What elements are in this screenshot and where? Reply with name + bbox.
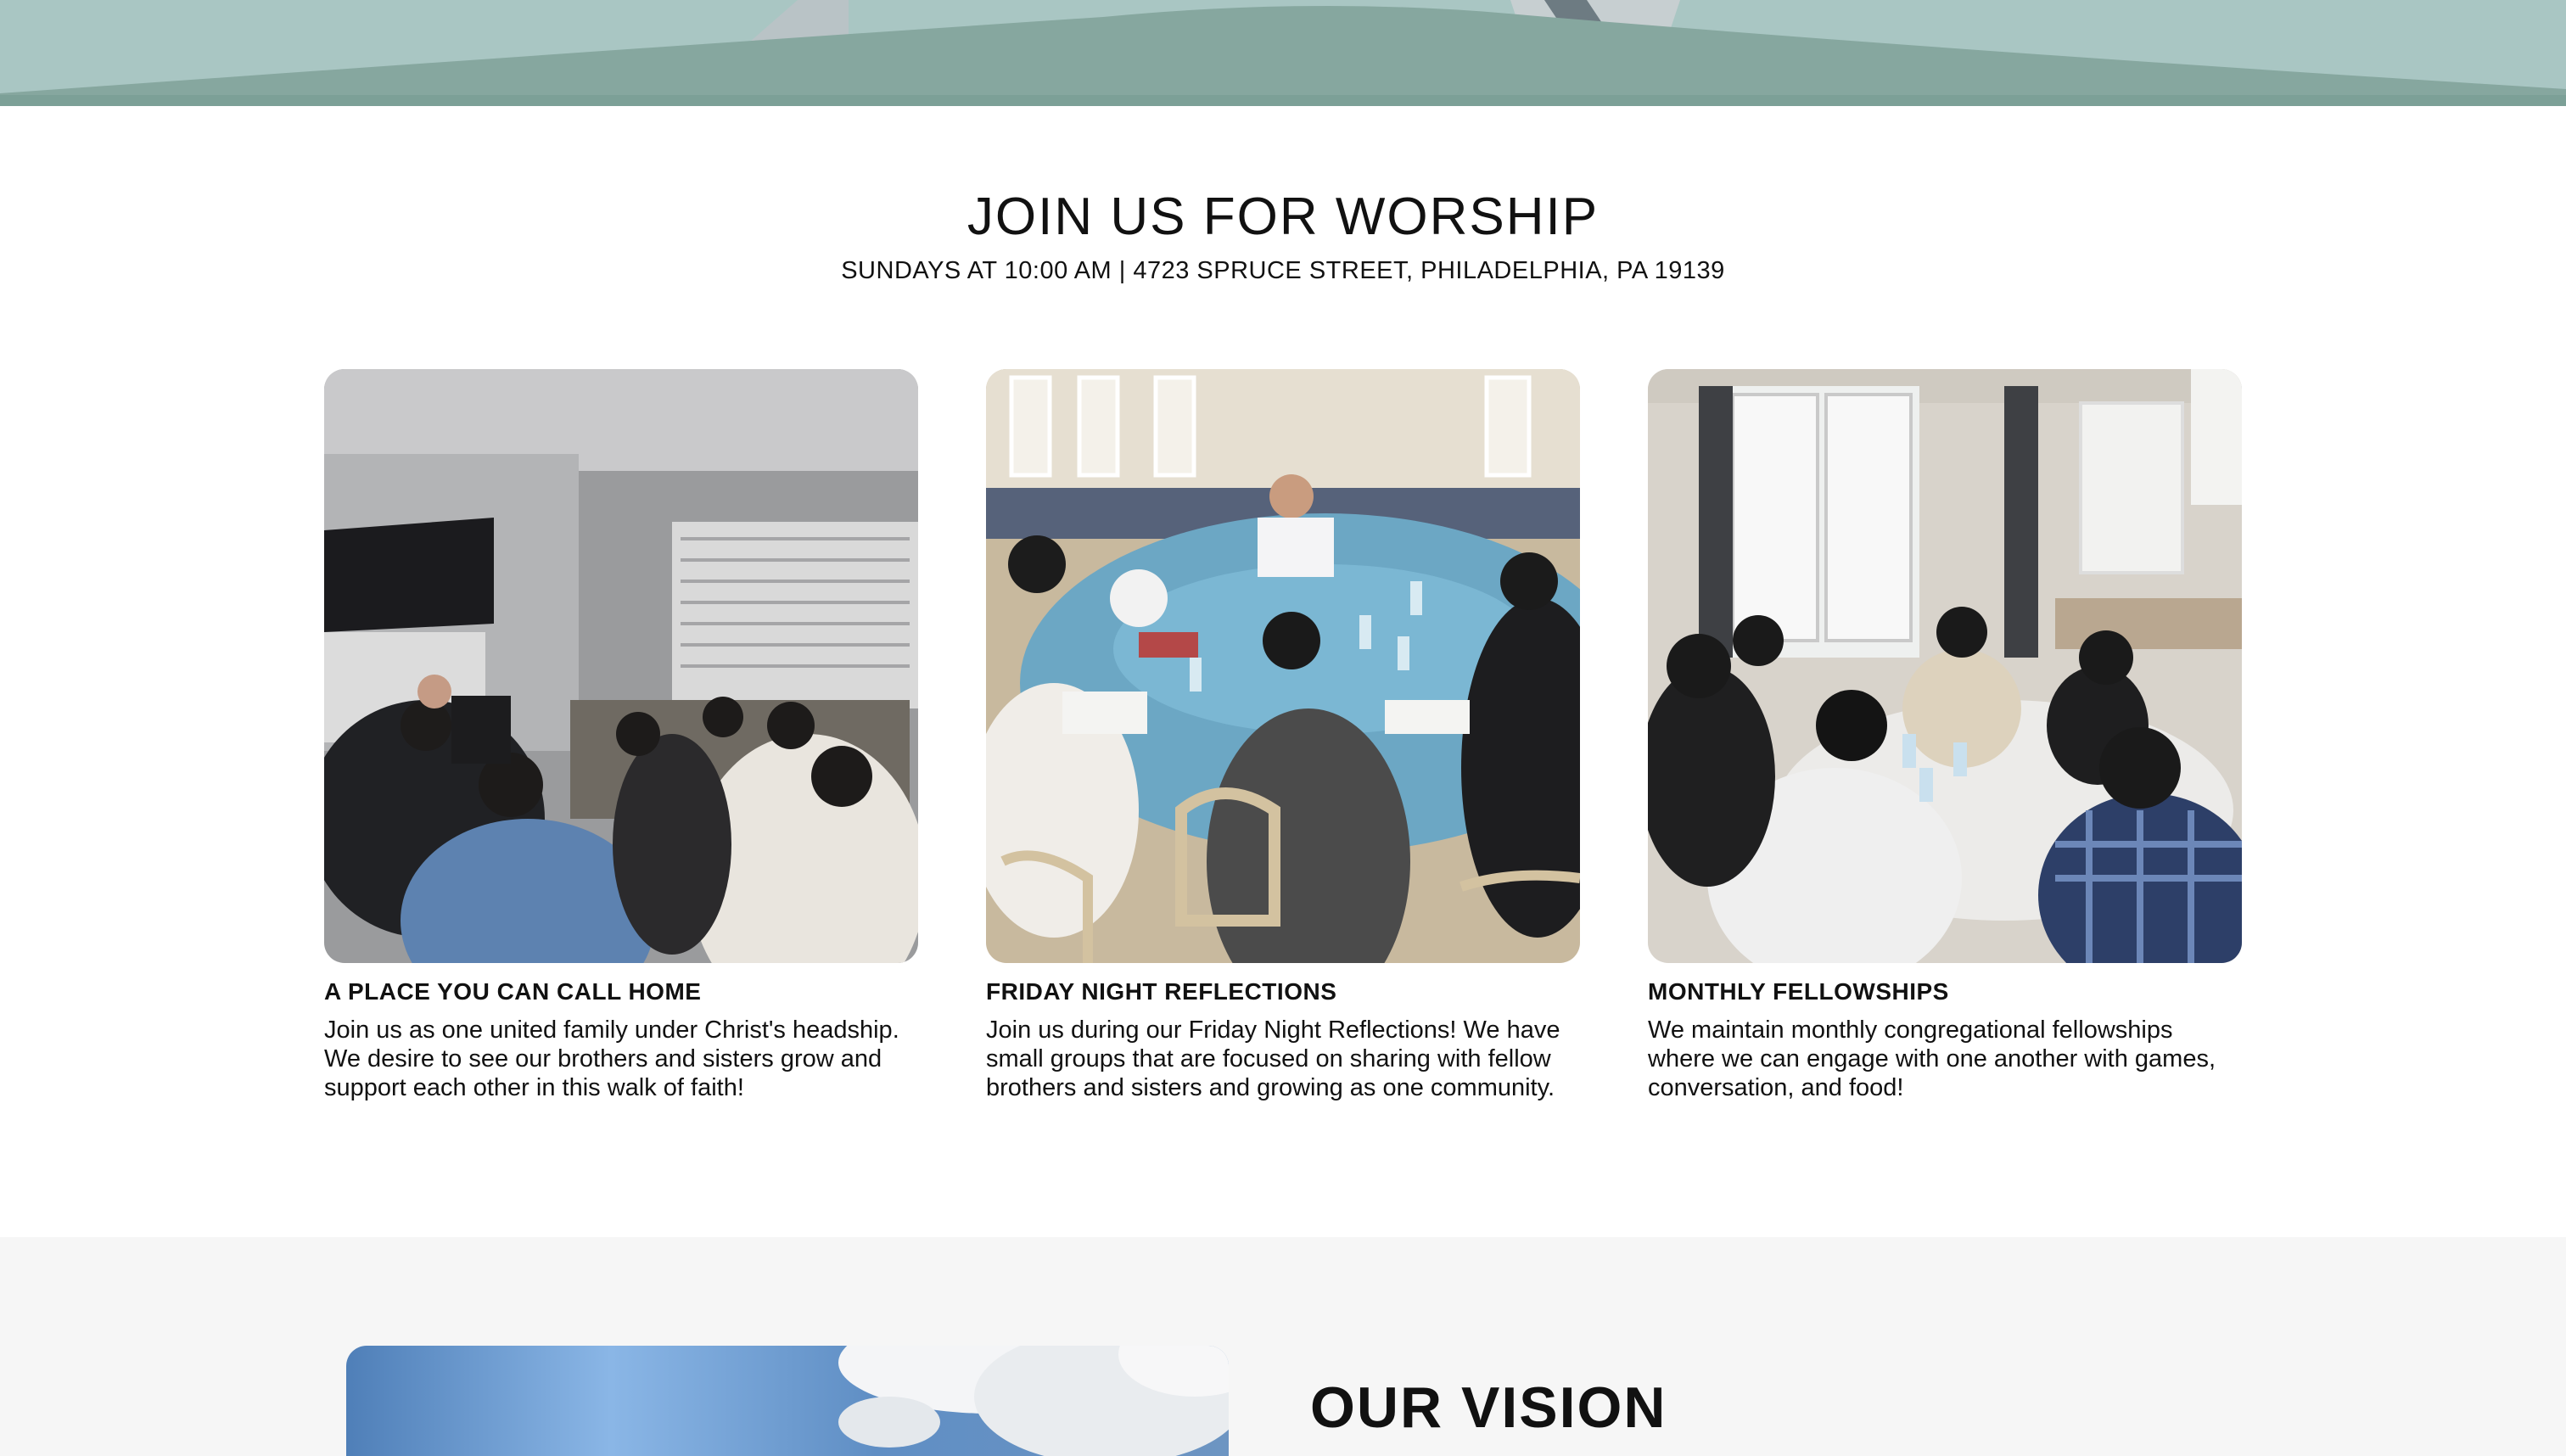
card-monthly-fellowship: MONTHLY FELLOWSHIPS We maintain monthly … bbox=[1648, 369, 2242, 1102]
card-home: A PLACE YOU CAN CALL HOME Join us as one… bbox=[324, 369, 918, 1102]
card-description: Join us during our Friday Night Reflecti… bbox=[986, 1016, 1560, 1101]
card-friday-night: FRIDAY NIGHT REFLECTIONS Join us during … bbox=[986, 369, 1580, 1102]
vision-section: OUR VISION bbox=[0, 1237, 2566, 1456]
vision-title: OUR VISION bbox=[1310, 1375, 1667, 1440]
worship-title: JOIN US FOR WORSHIP bbox=[966, 188, 1600, 246]
hero-banner bbox=[0, 0, 2566, 106]
living-room-worship-photo bbox=[324, 369, 918, 963]
kitchen-fellowship-photo bbox=[1648, 369, 2242, 963]
hero-landscape-image bbox=[0, 0, 2566, 106]
card-description: We maintain monthly congregational fello… bbox=[1648, 1016, 2216, 1101]
service-time-address: SUNDAYS AT 10:00 AM | 4723 SPRUCE STREET… bbox=[841, 257, 1725, 284]
card-title: A PLACE YOU CAN CALL HOME bbox=[324, 978, 702, 1005]
worship-section: JOIN US FOR WORSHIP SUNDAYS AT 10:00 AM … bbox=[0, 106, 2566, 1237]
card-description: Join us as one united family under Chris… bbox=[324, 1016, 899, 1101]
round-table-prayer-photo bbox=[986, 369, 1580, 963]
sky-clouds-photo bbox=[346, 1346, 1229, 1456]
card-title: FRIDAY NIGHT REFLECTIONS bbox=[986, 978, 1337, 1005]
card-title: MONTHLY FELLOWSHIPS bbox=[1648, 978, 1949, 1005]
